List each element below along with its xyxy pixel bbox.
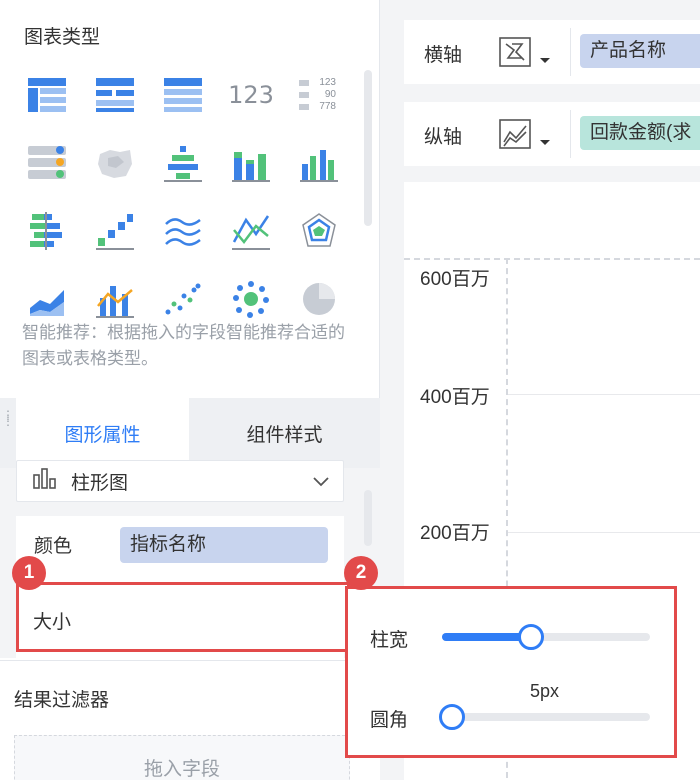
y-tick-label: 600百万 <box>420 269 490 290</box>
corner-radius-slider[interactable] <box>442 713 650 721</box>
size-settings-popup: 柱宽 5px 圆角 <box>345 586 677 758</box>
x-axis-row: 横轴 产品名称 <box>404 20 700 84</box>
tab-graphic-properties[interactable]: 图形属性 <box>16 398 189 468</box>
annotation-badge-2: 2 <box>344 556 378 590</box>
combo-chart-icon[interactable] <box>90 274 140 324</box>
number-card-icon[interactable]: 123 <box>226 70 276 120</box>
bubble-chart-icon[interactable] <box>226 274 276 324</box>
line-chart-icon[interactable] <box>158 206 208 256</box>
annotation-badge-1: 1 <box>12 556 46 590</box>
axis-separator <box>570 110 571 158</box>
chart-type-select[interactable]: 柱形图 <box>16 460 344 502</box>
bar-width-label: 柱宽 <box>370 630 409 651</box>
y-axis-label: 纵轴 <box>424 127 463 148</box>
y-axis-field[interactable]: 回款金额(求 <box>580 116 700 150</box>
size-callout[interactable]: 大小 <box>16 582 350 652</box>
waterfall-icon[interactable] <box>90 206 140 256</box>
multi-number-value: 778 <box>319 101 336 112</box>
multi-number-value: 123 <box>319 77 336 88</box>
x-axis-chart-type-icon[interactable] <box>498 34 558 75</box>
stacked-bar-icon[interactable] <box>22 206 72 256</box>
chart-top-border <box>404 258 700 260</box>
grouped-column-icon[interactable] <box>294 138 344 188</box>
kpi-list-icon[interactable] <box>22 138 72 188</box>
chart-types-title: 图表类型 <box>24 27 101 48</box>
result-filter-title: 结果过滤器 <box>14 690 110 711</box>
left-panel: 图表类型 123 123 90 778 智能推荐：根据拖入的字段智能推荐合适的图… <box>0 0 380 780</box>
cross-table-icon[interactable] <box>22 70 72 120</box>
result-filter-section: 结果过滤器 拖入字段 <box>0 660 380 780</box>
tab-component-style[interactable]: 组件样式 <box>189 398 380 468</box>
chart-type-value: 柱形图 <box>71 472 129 494</box>
y-axis-row: 纵轴 回款金额(求 <box>404 102 700 166</box>
bar-width-knob[interactable] <box>518 624 545 650</box>
detail-table-icon[interactable] <box>158 70 208 120</box>
properties-scrollbar[interactable] <box>364 490 372 546</box>
property-tabs: ⋮ ⋮ 图形属性 组件样式 <box>0 398 380 468</box>
color-field[interactable]: 指标名称 <box>120 527 328 563</box>
radar-chart-icon[interactable] <box>294 206 344 256</box>
map-icon[interactable] <box>90 138 140 188</box>
smart-recommend-hint: 智能推荐：根据拖入的字段智能推荐合适的图表或表格类型。 <box>22 323 345 368</box>
pie-chart-icon[interactable] <box>294 274 344 324</box>
x-axis-field[interactable]: 产品名称 <box>580 34 700 68</box>
x-axis-label: 横轴 <box>424 45 463 66</box>
color-label: 颜色 <box>34 536 73 557</box>
filter-drop-zone[interactable]: 拖入字段 <box>14 735 350 780</box>
gridline <box>508 394 700 395</box>
chart-grid-scrollbar[interactable] <box>364 70 372 226</box>
corner-radius-label: 圆角 <box>370 710 409 731</box>
multi-number-icon[interactable]: 123 90 778 <box>294 70 344 120</box>
range-bar-icon[interactable] <box>158 138 208 188</box>
multi-number-value: 90 <box>324 89 336 100</box>
scatter-chart-icon[interactable] <box>158 274 208 324</box>
y-axis-chart-type-icon[interactable] <box>498 116 558 157</box>
area-chart-icon[interactable] <box>22 274 72 324</box>
stacked-column-icon[interactable] <box>226 138 276 188</box>
chevron-down-icon <box>311 471 331 497</box>
group-table-icon[interactable] <box>90 70 140 120</box>
gridline <box>508 532 700 533</box>
size-label: 大小 <box>33 612 72 633</box>
axis-separator <box>570 28 571 76</box>
bar-chart-icon <box>33 467 57 495</box>
polyline-chart-icon[interactable] <box>226 206 276 256</box>
drag-handle-icon[interactable]: ⋮ ⋮ <box>2 409 14 436</box>
corner-radius-knob[interactable] <box>439 704 466 730</box>
y-tick-label: 200百万 <box>420 523 490 544</box>
corner-value-tooltip: 5px <box>530 681 560 701</box>
y-tick-label: 400百万 <box>420 387 490 408</box>
